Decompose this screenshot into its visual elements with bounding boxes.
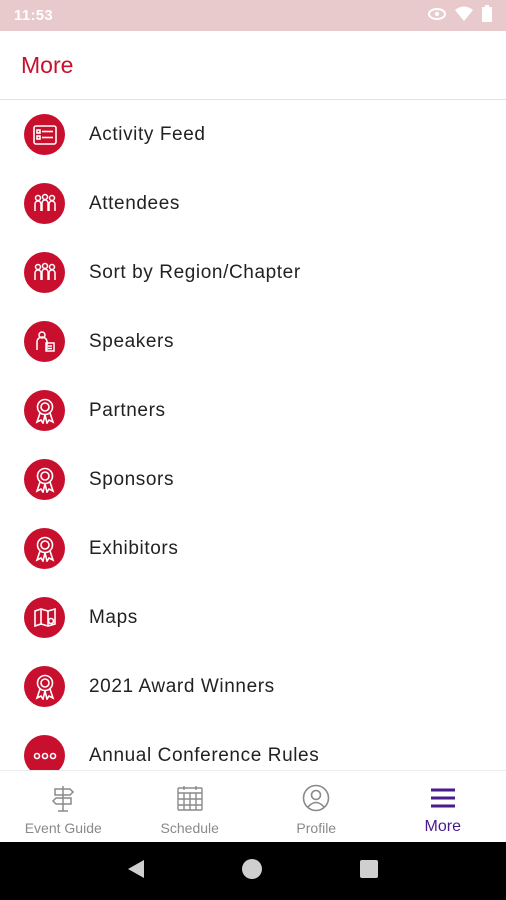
menu-item-label: Speakers: [89, 330, 175, 352]
status-icons: [428, 4, 492, 27]
tab-profile[interactable]: Profile: [253, 771, 380, 842]
menu-item-exhibitors[interactable]: Exhibitors: [0, 514, 506, 583]
page-header: More: [0, 31, 506, 100]
tab-event-guide[interactable]: Event Guide: [0, 771, 127, 842]
menu-item-attendees[interactable]: Attendees: [0, 169, 506, 238]
recents-icon[interactable]: [359, 859, 379, 884]
wifi-icon: [455, 6, 473, 26]
menu-item-speakers[interactable]: Speakers: [0, 307, 506, 376]
menu-item-sort-by-region[interactable]: Sort by Region/Chapter: [0, 238, 506, 307]
back-icon[interactable]: [127, 859, 145, 884]
award-ribbon-icon: [24, 666, 65, 707]
menu-item-label: 2021 Award Winners: [89, 675, 275, 697]
award-ribbon-icon: [24, 528, 65, 569]
award-ribbon-icon: [24, 459, 65, 500]
profile-icon: [302, 783, 330, 813]
menu-item-label: Attendees: [89, 192, 180, 214]
page-title: More: [21, 51, 74, 78]
group-icon: [24, 183, 65, 224]
tab-label: Event Guide: [24, 820, 102, 836]
signpost-icon: [50, 783, 76, 813]
calendar-icon: [177, 783, 203, 813]
menu-item-award-winners[interactable]: 2021 Award Winners: [0, 652, 506, 721]
tab-more[interactable]: More: [380, 771, 506, 842]
map-icon: [24, 597, 65, 638]
menu-item-conference-rules[interactable]: Annual Conference Rules: [0, 721, 506, 770]
menu-item-partners[interactable]: Partners: [0, 376, 506, 445]
menu-item-maps[interactable]: Maps: [0, 583, 506, 652]
award-ribbon-icon: [24, 390, 65, 431]
home-icon[interactable]: [240, 857, 264, 886]
system-navigation-bar: [0, 842, 506, 900]
menu-item-label: Annual Conference Rules: [89, 744, 320, 766]
battery-icon: [482, 4, 492, 27]
menu-item-label: Sponsors: [89, 468, 175, 490]
menu-item-label: Activity Feed: [89, 123, 206, 145]
bottom-tab-bar: Event Guide Schedule Profile More: [0, 770, 506, 842]
hamburger-menu-icon: [430, 783, 456, 813]
tab-label: Profile: [296, 820, 337, 836]
menu-item-label: Exhibitors: [89, 537, 179, 559]
more-menu-list: Activity Feed Attendees Sort by Region/C…: [0, 100, 506, 770]
menu-item-label: Sort by Region/Chapter: [89, 261, 301, 283]
list-icon: [24, 114, 65, 155]
tab-schedule[interactable]: Schedule: [127, 771, 254, 842]
more-dots-icon: [24, 735, 65, 770]
speaker-icon: [24, 321, 65, 362]
menu-item-activity-feed[interactable]: Activity Feed: [0, 100, 506, 169]
menu-item-label: Partners: [89, 399, 166, 421]
tab-label: Schedule: [160, 820, 219, 836]
status-bar: 11:53: [0, 0, 506, 31]
group-icon: [24, 252, 65, 293]
menu-item-sponsors[interactable]: Sponsors: [0, 445, 506, 514]
tab-label: More: [424, 818, 461, 835]
status-time: 11:53: [14, 7, 54, 24]
eye-icon: [428, 7, 446, 25]
menu-item-label: Maps: [89, 606, 138, 628]
